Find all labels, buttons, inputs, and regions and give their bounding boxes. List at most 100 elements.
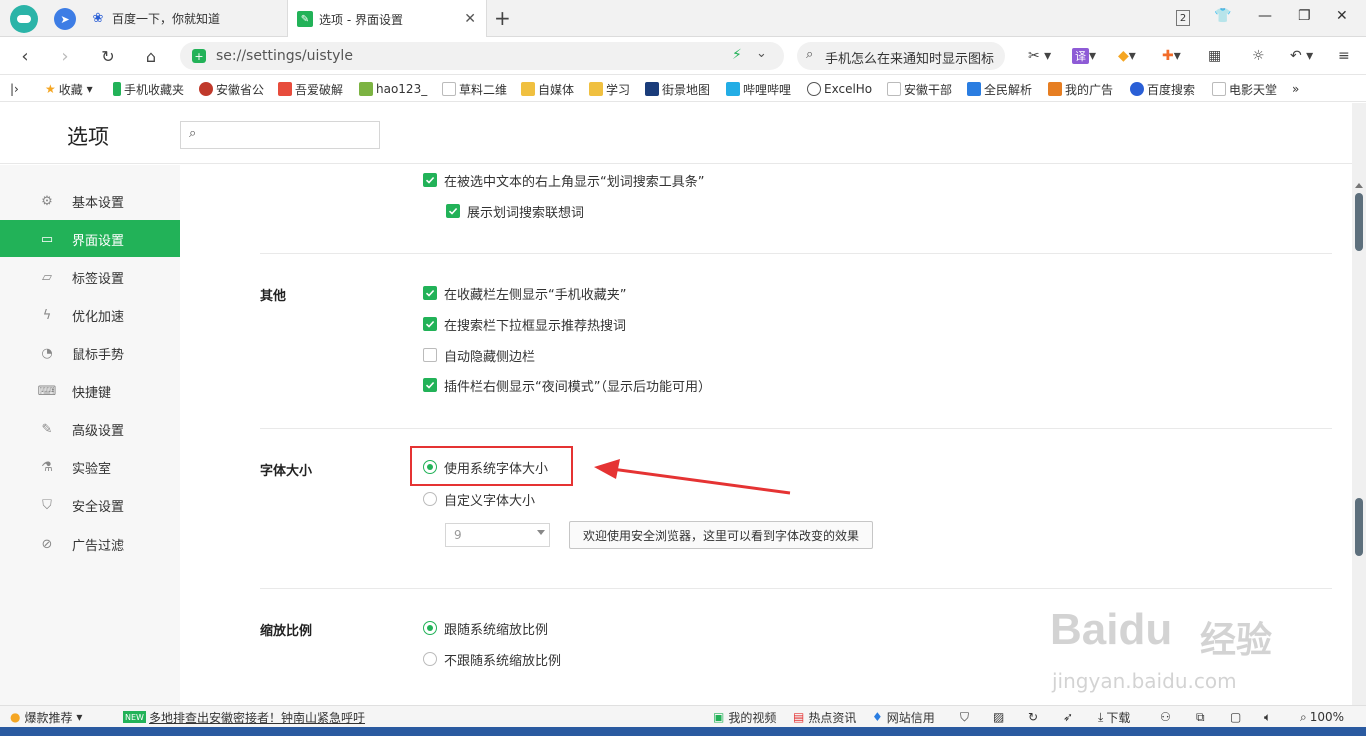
bookmark-item[interactable]: 草料二维 bbox=[442, 81, 508, 97]
radio-selected[interactable] bbox=[423, 621, 437, 635]
scrollbar-thumb-secondary[interactable] bbox=[1355, 498, 1363, 556]
translate-icon[interactable]: 译 ▾ bbox=[1072, 46, 1096, 66]
tab-settings[interactable]: ✎ 选项 - 界面设置 ✕ bbox=[287, 0, 487, 38]
font-size-select[interactable]: 9 bbox=[445, 523, 550, 547]
checkbox-checked[interactable] bbox=[446, 204, 460, 218]
site-credit-link[interactable]: ♦ 网站信用 bbox=[872, 709, 935, 725]
extension-icon[interactable]: ⚇ bbox=[1160, 709, 1171, 725]
bookmark-favorites[interactable]: ★ 收藏 ▾ bbox=[45, 81, 93, 97]
bookmark-item[interactable]: 吾爱破解 bbox=[278, 81, 346, 97]
coupon-icon[interactable]: ◆ ▾ bbox=[1118, 46, 1136, 66]
scissors-icon[interactable]: ✂ ▾ bbox=[1028, 46, 1051, 66]
bookmark-item[interactable]: 哔哩哔哩 bbox=[726, 81, 796, 97]
rocket-icon[interactable]: ➶ bbox=[1063, 709, 1073, 725]
new-tab-button[interactable]: + bbox=[494, 6, 511, 30]
hot-news-link[interactable]: ▤ 热点资讯 bbox=[793, 709, 856, 725]
volume-icon[interactable]: 🔈︎ bbox=[1264, 709, 1271, 725]
select-value: 9 bbox=[454, 528, 462, 542]
sidebar-item-basic[interactable]: ⚙ 基本设置 bbox=[0, 182, 180, 219]
page-scrollbar[interactable] bbox=[1352, 103, 1366, 705]
checkbox-checked[interactable] bbox=[423, 378, 437, 392]
browser-logo-icon[interactable] bbox=[10, 5, 38, 33]
option-selection-toolbar[interactable]: 在被选中文本的右上角显示“划词搜索工具条” bbox=[423, 172, 704, 190]
settings-search-input[interactable]: ⌕ bbox=[180, 121, 380, 149]
sidebar-item-speed[interactable]: ϟ 优化加速 bbox=[0, 296, 180, 333]
sidebar-item-advanced[interactable]: ✎ 高级设置 bbox=[0, 410, 180, 447]
sidebar-item-mouse[interactable]: ◔ 鼠标手势 bbox=[0, 334, 180, 371]
sidebar-item-adblock[interactable]: ⊘ 广告过滤 bbox=[0, 525, 180, 562]
zoom-level[interactable]: ⌕ 100% bbox=[1300, 709, 1344, 725]
bookmark-item[interactable]: 安徽干部 bbox=[887, 81, 955, 97]
address-bar[interactable]: + se://settings/uistyle ⚡ ⌄ bbox=[180, 42, 784, 70]
my-video-link[interactable]: ▣ 我的视频 bbox=[713, 709, 776, 725]
refresh-icon[interactable]: ↻ bbox=[1028, 709, 1038, 725]
bookmark-item[interactable]: 电影天堂 bbox=[1212, 81, 1282, 97]
sidebar-item-security[interactable]: ⛉ 安全设置 bbox=[0, 486, 180, 523]
sidebar-item-ui[interactable]: ▭ 界面设置 bbox=[0, 220, 180, 257]
bookmark-folder[interactable]: 自媒体 bbox=[521, 81, 581, 97]
minimize-button[interactable]: — bbox=[1258, 8, 1272, 24]
apps-grid-icon[interactable]: ▦ bbox=[1208, 46, 1221, 66]
bookmark-item[interactable]: 百度搜索 bbox=[1130, 81, 1200, 97]
close-window-button[interactable]: ✕ bbox=[1336, 8, 1348, 24]
sidebar-item-shortcuts[interactable]: ⌨ 快捷键 bbox=[0, 372, 180, 409]
option-not-follow-system-zoom[interactable]: 不跟随系统缩放比例 bbox=[423, 651, 561, 669]
reload-button[interactable]: ↻ bbox=[97, 45, 119, 67]
bookmark-item[interactable]: hao123_ bbox=[359, 81, 429, 97]
bookmark-item[interactable]: 手机收藏夹 bbox=[113, 81, 191, 97]
checkbox-checked[interactable] bbox=[423, 317, 437, 331]
checkbox-checked[interactable] bbox=[423, 286, 437, 300]
checkbox-checked[interactable] bbox=[423, 173, 437, 187]
tab-icon: ▱ bbox=[42, 269, 52, 285]
bookmark-item[interactable]: 安徽省公 bbox=[199, 81, 265, 97]
annotation-arrow bbox=[594, 459, 791, 495]
window-icon[interactable]: ⧉ bbox=[1196, 709, 1205, 725]
radio-unselected[interactable] bbox=[423, 652, 437, 666]
bookmark-folder[interactable]: 学习 bbox=[589, 81, 639, 97]
skin-icon[interactable]: 👕 bbox=[1214, 8, 1231, 24]
option-mobile-favorites[interactable]: 在收藏栏左侧显示“手机收藏夹” bbox=[423, 285, 626, 303]
scroll-up-arrow-icon[interactable] bbox=[1355, 183, 1363, 188]
scrollbar-thumb[interactable] bbox=[1355, 193, 1363, 251]
maximize-button[interactable]: ❐ bbox=[1298, 8, 1311, 24]
lightning-icon[interactable]: ⚡ bbox=[732, 47, 742, 63]
image-icon[interactable]: ▨ bbox=[993, 709, 1004, 725]
option-hot-search[interactable]: 在搜索栏下拉框显示推荐热搜词 bbox=[423, 316, 626, 334]
bookmark-item[interactable]: ExcelHo bbox=[807, 81, 875, 97]
chevron-down-icon[interactable]: ⌄ bbox=[756, 46, 767, 61]
bookmark-item[interactable]: 我的广告 bbox=[1048, 81, 1118, 97]
radio-unselected[interactable] bbox=[423, 492, 437, 506]
tab-count-badge[interactable]: 2 bbox=[1176, 10, 1190, 26]
checkbox-unchecked[interactable] bbox=[423, 348, 437, 362]
font-preview-button[interactable]: 欢迎使用安全浏览器，这里可以看到字体改变的效果 bbox=[569, 521, 873, 549]
option-auto-hide-sidebar[interactable]: 自动隐藏侧边栏 bbox=[423, 347, 535, 365]
search-input[interactable]: ⌕ 手机怎么在来通知时显示图标 bbox=[797, 42, 1005, 70]
option-selection-suggest[interactable]: 展示划词搜索联想词 bbox=[446, 203, 584, 221]
back-button[interactable]: ‹ bbox=[14, 45, 36, 67]
sidebar-item-lab[interactable]: ⚗ 实验室 bbox=[0, 448, 180, 485]
news-link[interactable]: 多地排查出安徽密接者！钟南山紧急呼吁 bbox=[149, 709, 365, 725]
bookmark-item[interactable]: 街景地图 bbox=[645, 81, 715, 97]
mouse-icon: ◔ bbox=[41, 345, 53, 361]
option-custom-font-size[interactable]: 自定义字体大小 bbox=[423, 491, 535, 509]
game-icon[interactable]: ✚ ▾ bbox=[1162, 46, 1181, 66]
bookmark-item[interactable]: 全民解析 bbox=[967, 81, 1037, 97]
sidebar-item-tabs[interactable]: ▱ 标签设置 bbox=[0, 258, 180, 295]
menu-icon[interactable]: ≡ bbox=[1338, 46, 1350, 66]
download-link[interactable]: ⤓ 下载 bbox=[1098, 709, 1130, 725]
option-follow-system-zoom[interactable]: 跟随系统缩放比例 bbox=[423, 620, 548, 638]
navigate-icon[interactable]: ➤ bbox=[54, 8, 76, 30]
tab-baidu[interactable]: ❀ 百度一下，你就知道 bbox=[90, 0, 286, 37]
fullscreen-icon[interactable]: ▢ bbox=[1230, 709, 1241, 725]
forward-button[interactable]: › bbox=[54, 45, 76, 67]
close-tab-icon[interactable]: ✕ bbox=[464, 11, 476, 27]
option-night-mode[interactable]: 插件栏右侧显示“夜间模式”（显示后功能可用） bbox=[423, 377, 711, 395]
recommend-link[interactable]: ● 爆款推荐 ▾ bbox=[10, 709, 82, 725]
shield-icon[interactable]: ⛉ bbox=[960, 709, 969, 725]
navigation-bar: ‹ › ↻ ⌂ + se://settings/uistyle ⚡ ⌄ ⌕ 手机… bbox=[0, 37, 1366, 75]
bookmarks-toggle-icon[interactable]: |› bbox=[10, 81, 19, 97]
brightness-icon[interactable]: ☼ bbox=[1252, 46, 1265, 66]
undo-icon[interactable]: ↶ ▾ bbox=[1290, 46, 1313, 66]
more-bookmarks-icon[interactable]: » bbox=[1292, 81, 1299, 97]
home-button[interactable]: ⌂ bbox=[140, 45, 162, 67]
